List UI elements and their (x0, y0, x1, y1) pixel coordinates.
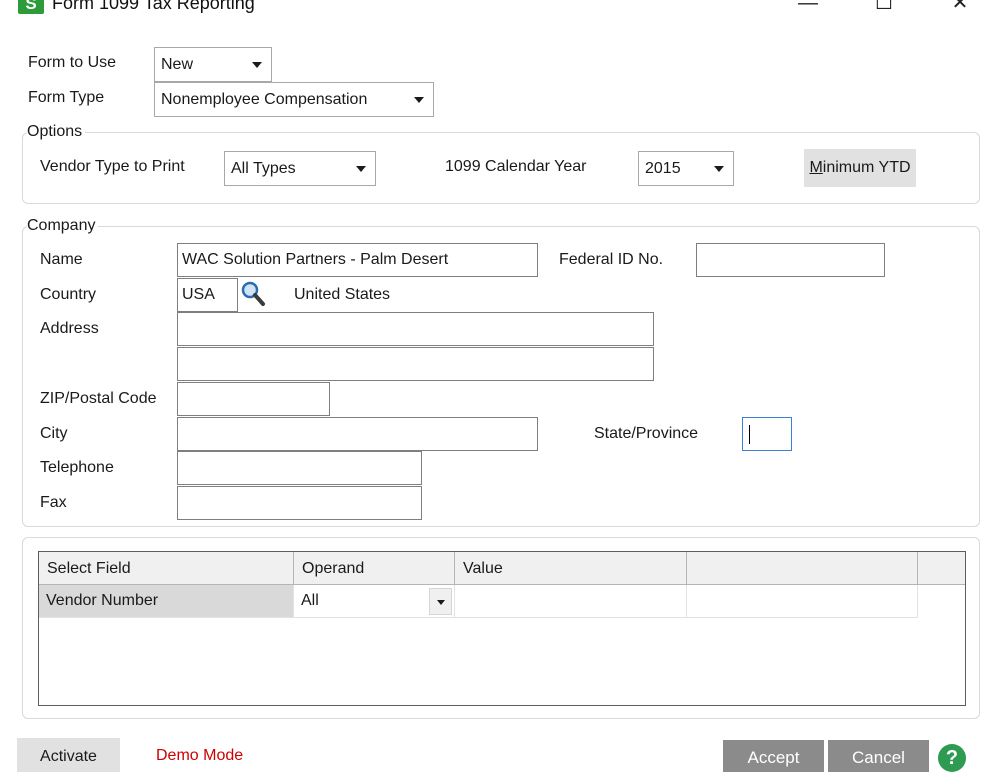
federal-id-field[interactable] (696, 243, 885, 277)
maximize-button[interactable]: ☐ (873, 0, 895, 14)
federal-id-label: Federal ID No. (559, 251, 664, 268)
company-name-field[interactable]: WAC Solution Partners - Palm Desert (177, 243, 538, 277)
calendar-year-value: 2015 (645, 160, 681, 177)
telephone-field[interactable] (177, 451, 422, 485)
form-to-use-select[interactable]: New (154, 47, 272, 82)
state-label: State/Province (594, 425, 699, 442)
grid-header-extra[interactable] (687, 552, 918, 585)
country-code-field[interactable]: USA (177, 278, 238, 312)
cancel-button[interactable]: Cancel (828, 740, 929, 772)
grid-header-value[interactable]: Value (455, 552, 687, 585)
city-field[interactable] (177, 417, 538, 451)
chevron-down-icon (437, 600, 445, 605)
text-cursor (749, 425, 750, 444)
address-line2-field[interactable] (177, 347, 654, 381)
chevron-down-icon (356, 166, 366, 172)
grid-cell-value[interactable] (455, 585, 687, 618)
accept-button[interactable]: Accept (723, 740, 824, 772)
minimum-ytd-mnemonic: M (809, 159, 823, 176)
fax-label: Fax (40, 494, 67, 511)
minimize-button[interactable]: — (797, 0, 819, 14)
calendar-year-select[interactable]: 2015 (638, 151, 734, 186)
selection-grid: Select Field Operand Value Vendor Number… (38, 551, 966, 706)
window-title: Form 1099 Tax Reporting (52, 0, 255, 13)
state-field[interactable] (742, 417, 792, 451)
grid-cell-extra[interactable] (687, 585, 918, 618)
chevron-down-icon (714, 166, 724, 172)
options-group-label: Options (27, 123, 86, 141)
chevron-down-icon (252, 62, 262, 68)
grid-header-filler (918, 552, 965, 585)
address-line1-field[interactable] (177, 312, 654, 346)
search-lookup-icon[interactable] (240, 280, 266, 308)
company-name-value: WAC Solution Partners - Palm Desert (182, 251, 449, 268)
telephone-label: Telephone (40, 459, 114, 476)
grid-cell-operand[interactable]: All (294, 585, 455, 618)
address-label: Address (40, 320, 99, 337)
close-button[interactable]: ✕ (949, 0, 971, 14)
minimum-ytd-label: inimum YTD (822, 159, 911, 176)
country-name-text: United States (294, 286, 391, 303)
help-icon[interactable]: ? (938, 744, 966, 772)
form-type-value: Nonemployee Compensation (161, 91, 368, 108)
vendor-type-select[interactable]: All Types (224, 151, 376, 186)
sage-app-icon: S (18, 0, 44, 14)
company-group-label: Company (27, 217, 99, 235)
operand-dropdown-button[interactable] (429, 588, 452, 615)
name-label: Name (40, 251, 83, 268)
grid-header-operand[interactable]: Operand (294, 552, 455, 585)
zip-label: ZIP/Postal Code (40, 390, 157, 407)
form-to-use-label: Form to Use (28, 54, 117, 71)
grid-cell-select-field[interactable]: Vendor Number (39, 585, 294, 618)
chevron-down-icon (414, 97, 424, 103)
zip-field[interactable] (177, 382, 330, 416)
activate-button[interactable]: Activate (17, 738, 120, 772)
calendar-year-label: 1099 Calendar Year (445, 158, 587, 175)
vendor-type-value: All Types (231, 160, 296, 177)
demo-mode-text: Demo Mode (156, 747, 244, 764)
minimum-ytd-button[interactable]: Minimum YTD (804, 149, 916, 187)
form-to-use-value: New (161, 56, 194, 73)
country-code-value: USA (182, 286, 215, 303)
form-type-label: Form Type (28, 89, 105, 106)
country-label: Country (40, 286, 97, 303)
fax-field[interactable] (177, 486, 422, 520)
form-type-select[interactable]: Nonemployee Compensation (154, 82, 434, 117)
grid-header-select-field[interactable]: Select Field (39, 552, 294, 585)
vendor-type-label: Vendor Type to Print (40, 158, 185, 175)
city-label: City (40, 425, 68, 442)
